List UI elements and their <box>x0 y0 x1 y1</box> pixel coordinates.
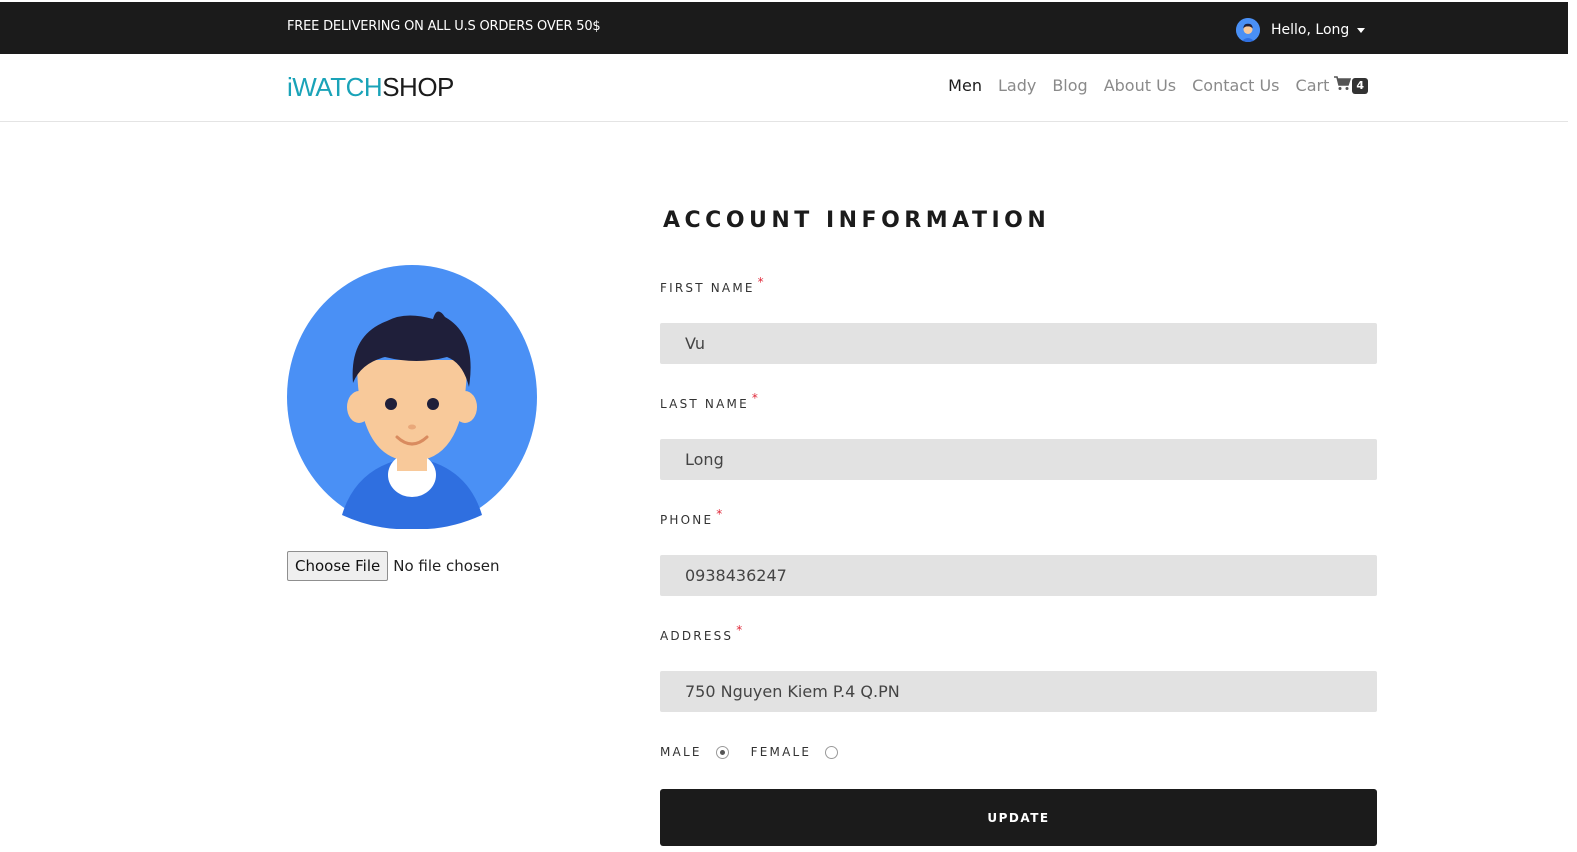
female-label: FEMALE <box>750 745 812 759</box>
phone-input[interactable] <box>660 555 1377 596</box>
required-mark: * <box>757 275 766 289</box>
last-name-input[interactable] <box>660 439 1377 480</box>
phone-label: PHONE * <box>660 507 724 527</box>
female-radio[interactable] <box>825 745 839 759</box>
user-greeting: Hello, Long <box>1271 22 1350 38</box>
user-menu[interactable]: Hello, Long <box>1236 17 1366 43</box>
male-label: MALE <box>660 745 702 759</box>
gender-selector: MALE FEMALE <box>660 745 860 759</box>
cart-count-badge: 4 <box>1352 77 1368 94</box>
page-title: ACCOUNT INFORMATION <box>663 208 1051 233</box>
cart-label: Cart <box>1295 76 1330 95</box>
file-status-text: No file chosen <box>393 557 500 575</box>
nav-link-lady[interactable]: Lady <box>998 76 1036 95</box>
nav-link-men[interactable]: Men <box>948 76 982 95</box>
address-label: ADDRESS * <box>660 623 744 643</box>
last-name-label: LAST NAME * <box>660 391 760 411</box>
main-navbar: iWATCHSHOP Men Lady Blog About Us Contac… <box>0 54 1568 122</box>
nav-links: Men Lady Blog About Us Contact Us Cart 4 <box>932 76 1368 95</box>
profile-avatar <box>287 265 537 530</box>
chevron-down-icon <box>1357 27 1366 33</box>
shopping-cart-icon <box>1334 76 1352 95</box>
address-label-text: ADDRESS <box>660 629 734 643</box>
nav-link-contact-us[interactable]: Contact Us <box>1192 76 1279 95</box>
user-avatar-icon <box>1236 18 1260 42</box>
avatar-file-picker: Choose File No file chosen <box>287 551 500 581</box>
top-promo-bar: FREE DELIVERING ON ALL U.S ORDERS OVER 5… <box>0 2 1568 54</box>
brand-logo-part1: iWATCH <box>287 72 383 102</box>
first-name-label: FIRST NAME * <box>660 275 766 295</box>
user-avatar-icon <box>287 265 537 530</box>
promo-text: FREE DELIVERING ON ALL U.S ORDERS OVER 5… <box>287 19 601 34</box>
required-mark: * <box>751 391 761 405</box>
last-name-label-text: LAST NAME <box>660 397 749 411</box>
update-button[interactable]: UPDATE <box>660 789 1377 846</box>
required-mark: * <box>716 507 725 521</box>
male-radio[interactable] <box>715 745 729 759</box>
nav-link-about-us[interactable]: About Us <box>1104 76 1176 95</box>
nav-link-blog[interactable]: Blog <box>1052 76 1087 95</box>
brand-logo[interactable]: iWATCHSHOP <box>287 72 454 103</box>
choose-file-button[interactable]: Choose File <box>287 551 389 581</box>
first-name-label-text: FIRST NAME <box>660 281 755 295</box>
phone-label-text: PHONE <box>660 513 714 527</box>
address-input[interactable] <box>660 671 1377 712</box>
first-name-input[interactable] <box>660 323 1377 364</box>
nav-link-cart[interactable]: Cart 4 <box>1296 76 1368 95</box>
required-mark: * <box>736 623 745 637</box>
brand-logo-part2: SHOP <box>382 72 454 102</box>
